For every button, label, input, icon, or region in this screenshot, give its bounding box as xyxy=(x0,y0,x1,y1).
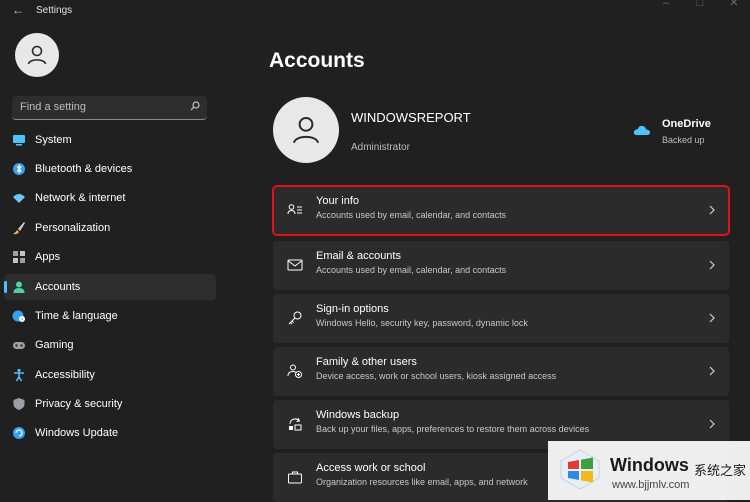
sidebar-item-label: Time & language xyxy=(35,310,118,322)
brush-icon xyxy=(13,222,25,235)
card-title: Family & other users xyxy=(316,356,417,368)
person-card-icon xyxy=(287,204,302,215)
sidebar-item-label: Apps xyxy=(35,251,61,263)
card-title: Sign-in options xyxy=(316,303,389,315)
gamepad-icon xyxy=(13,342,25,349)
wifi-icon xyxy=(13,194,25,203)
watermark-brand: Windows xyxy=(610,455,689,475)
onedrive-status: Backed up xyxy=(662,135,705,145)
sidebar-item-accessibility[interactable]: Accessibility xyxy=(4,362,216,388)
chevron-right-icon xyxy=(709,205,715,215)
card-description: Organization resources like email, apps,… xyxy=(316,477,528,487)
update-icon xyxy=(13,427,25,439)
chevron-right-icon xyxy=(709,366,715,376)
sidebar-item-accounts[interactable]: Accounts xyxy=(4,274,216,300)
sidebar-item-label: Personalization xyxy=(35,222,111,234)
sidebar-item-bluetooth[interactable]: Bluetooth & devices xyxy=(4,156,216,182)
cloud-icon xyxy=(633,125,650,135)
sidebar-item-privacy[interactable]: Privacy & security xyxy=(4,391,216,417)
watermark-chinese: 系统之家 xyxy=(694,463,747,478)
profile-name: WINDOWSREPORT xyxy=(351,110,471,125)
apps-icon xyxy=(13,251,25,263)
person-icon xyxy=(13,281,25,293)
sidebar-item-label: Accessibility xyxy=(35,369,95,381)
sidebar-item-label: System xyxy=(35,134,72,146)
page-title: Accounts xyxy=(269,49,365,72)
mail-icon xyxy=(287,259,303,271)
maximize-button[interactable]: □ xyxy=(690,0,710,9)
sidebar-item-label: Accounts xyxy=(35,281,81,293)
watermark-url: www.bjjmlv.com xyxy=(612,479,690,491)
arrow-left-icon: ← xyxy=(12,3,24,17)
sidebar: System Bluetooth & devices Network & int… xyxy=(0,22,225,500)
bluetooth-icon xyxy=(13,163,25,175)
sidebar-item-system[interactable]: System xyxy=(4,127,216,153)
card-title: Email & accounts xyxy=(316,250,401,262)
sidebar-item-network[interactable]: Network & internet xyxy=(4,185,216,211)
main-content: Accounts WINDOWSREPORT Administrator One… xyxy=(225,22,750,502)
card-title: Access work or school xyxy=(316,462,426,474)
close-button[interactable]: ✕ xyxy=(724,0,744,9)
card-sign-in-options[interactable]: Sign-in options Windows Hello, security … xyxy=(273,294,729,343)
accessibility-icon xyxy=(14,368,24,382)
sidebar-item-label: Gaming xyxy=(35,339,74,351)
profile-role: Administrator xyxy=(351,142,410,153)
sidebar-item-label: Bluetooth & devices xyxy=(35,163,133,175)
card-title: Your info xyxy=(316,195,360,207)
watermark: Windows 系统之家 www.bjjmlv.com xyxy=(548,441,750,500)
app-title: Settings xyxy=(36,5,73,16)
sidebar-item-time-language[interactable]: Time & language xyxy=(4,303,216,329)
card-title: Windows backup xyxy=(316,409,400,421)
chevron-right-icon xyxy=(709,419,715,429)
sidebar-item-label: Windows Update xyxy=(35,427,119,439)
briefcase-icon xyxy=(288,471,302,484)
title-bar: ← Settings – □ ✕ xyxy=(0,0,750,22)
profile-avatar[interactable] xyxy=(273,97,339,163)
chevron-right-icon xyxy=(709,260,715,270)
chevron-right-icon xyxy=(709,313,715,323)
card-description: Windows Hello, security key, password, d… xyxy=(316,318,528,328)
sidebar-item-windows-update[interactable]: Windows Update xyxy=(4,420,216,446)
onedrive-name[interactable]: OneDrive xyxy=(662,118,711,130)
card-description: Back up your files, apps, preferences to… xyxy=(316,424,590,434)
user-avatar[interactable] xyxy=(15,33,59,77)
backup-icon xyxy=(289,417,302,431)
sidebar-item-apps[interactable]: Apps xyxy=(4,244,216,270)
sidebar-item-label: Network & internet xyxy=(35,192,126,204)
family-icon xyxy=(287,364,302,378)
sidebar-item-gaming[interactable]: Gaming xyxy=(4,332,216,358)
sidebar-item-personalization[interactable]: Personalization xyxy=(4,215,216,241)
card-your-info[interactable]: Your info Accounts used by email, calend… xyxy=(272,185,730,236)
search-input[interactable] xyxy=(20,100,180,114)
minimize-button[interactable]: – xyxy=(656,0,676,9)
search-icon[interactable] xyxy=(189,101,201,113)
windows-logo-icon xyxy=(560,449,600,490)
card-description: Accounts used by email, calendar, and co… xyxy=(316,210,507,220)
user-icon xyxy=(292,116,320,144)
key-icon xyxy=(288,311,302,325)
sidebar-item-label: Privacy & security xyxy=(35,398,123,410)
card-family-other-users[interactable]: Family & other users Device access, work… xyxy=(273,347,729,396)
card-email-accounts[interactable]: Email & accounts Accounts used by email,… xyxy=(273,241,729,290)
search-box[interactable] xyxy=(12,96,207,120)
user-icon xyxy=(27,45,47,65)
monitor-icon xyxy=(13,135,25,146)
card-description: Device access, work or school users, kio… xyxy=(316,371,557,381)
shield-icon xyxy=(13,398,25,410)
selection-indicator xyxy=(4,281,7,293)
card-description: Accounts used by email, calendar, and co… xyxy=(316,265,507,275)
globe-clock-icon xyxy=(12,310,25,322)
back-button[interactable]: ← xyxy=(10,2,26,18)
